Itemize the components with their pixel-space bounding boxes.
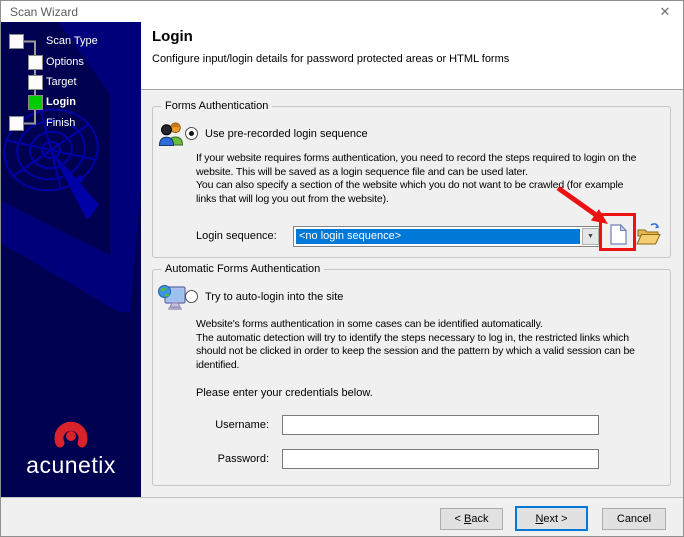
- annotation-highlight-box: [599, 213, 636, 251]
- radio-use-prerecorded-login[interactable]: [185, 127, 198, 140]
- wizard-header: Login Configure input/login details for …: [141, 22, 683, 90]
- back-button[interactable]: < Back: [440, 508, 503, 530]
- open-login-sequence-button[interactable]: [636, 221, 661, 247]
- radio-auto-login[interactable]: [185, 290, 198, 303]
- forms-auth-desc-line: You can also specify a section of the we…: [196, 179, 636, 193]
- page-title: Login: [152, 28, 193, 45]
- two-users-icon: [158, 121, 185, 146]
- step-marker-target: [28, 75, 43, 90]
- sidebar-step-target: Target: [46, 76, 77, 90]
- cancel-button[interactable]: Cancel: [602, 508, 666, 530]
- chevron-down-icon[interactable]: ▼: [582, 228, 599, 245]
- forms-auth-group-title: Forms Authentication: [161, 100, 272, 112]
- password-label: Password:: [189, 453, 269, 465]
- sidebar-step-options: Options: [46, 56, 84, 70]
- titlebar: Scan Wizard ✕: [1, 1, 683, 22]
- auto-auth-group-title: Automatic Forms Authentication: [161, 263, 324, 275]
- close-icon[interactable]: ✕: [656, 3, 674, 21]
- forms-auth-desc-line: website. This will be saved as a login s…: [196, 166, 636, 180]
- auto-auth-desc-line: The automatic detection will try to iden…: [196, 332, 635, 346]
- step-marker-login-active: [28, 95, 43, 110]
- username-field[interactable]: [282, 415, 599, 435]
- computer-globe-icon: [157, 283, 187, 313]
- auto-auth-desc-line: Website's forms authentication in some c…: [196, 318, 635, 332]
- scan-wizard-window: Scan Wizard ✕: [0, 0, 684, 537]
- radio-use-prerecorded-login-label: Use pre-recorded login sequence: [205, 128, 368, 140]
- forms-auth-desc-line: If your website requires forms authentic…: [196, 152, 636, 166]
- forms-authentication-group: Forms Authentication Use pre-recorded lo…: [152, 106, 671, 258]
- radio-auto-login-label: Try to auto-login into the site: [205, 291, 343, 303]
- sidebar-step-finish: Finish: [46, 117, 75, 131]
- username-label: Username:: [189, 419, 269, 431]
- radar-artwork: [1, 22, 141, 497]
- next-button[interactable]: Next >: [515, 506, 588, 531]
- password-field[interactable]: [282, 449, 599, 469]
- login-sequence-dropdown[interactable]: <no login sequence> ▼: [293, 226, 601, 247]
- acunetix-logo-icon: [59, 426, 83, 443]
- page-subtitle: Configure input/login details for passwo…: [152, 53, 509, 65]
- sidebar-step-login: Login: [46, 96, 76, 110]
- credentials-prompt: Please enter your credentials below.: [196, 387, 373, 399]
- auto-auth-desc-line: identified.: [196, 359, 635, 373]
- step-marker-finish: [9, 116, 24, 131]
- step-marker-options: [28, 55, 43, 70]
- wizard-content: Forms Authentication Use pre-recorded lo…: [141, 90, 683, 497]
- auto-auth-desc-line: should not be clicked in order to keep t…: [196, 345, 635, 359]
- wizard-sidebar: Scan Type Options Target Login Finish ac…: [1, 22, 141, 497]
- automatic-forms-authentication-group: Automatic Forms Authentication Try to au…: [152, 269, 671, 486]
- login-sequence-selected-value: <no login sequence>: [296, 229, 580, 244]
- forms-auth-desc-line: links that will log you out from the web…: [196, 193, 636, 207]
- sidebar-step-scan-type: Scan Type: [46, 35, 98, 49]
- step-marker-scan-type: [9, 34, 24, 49]
- acunetix-logo-text: acunetix: [1, 452, 141, 479]
- login-sequence-label: Login sequence:: [196, 230, 277, 242]
- window-title: Scan Wizard: [10, 5, 78, 19]
